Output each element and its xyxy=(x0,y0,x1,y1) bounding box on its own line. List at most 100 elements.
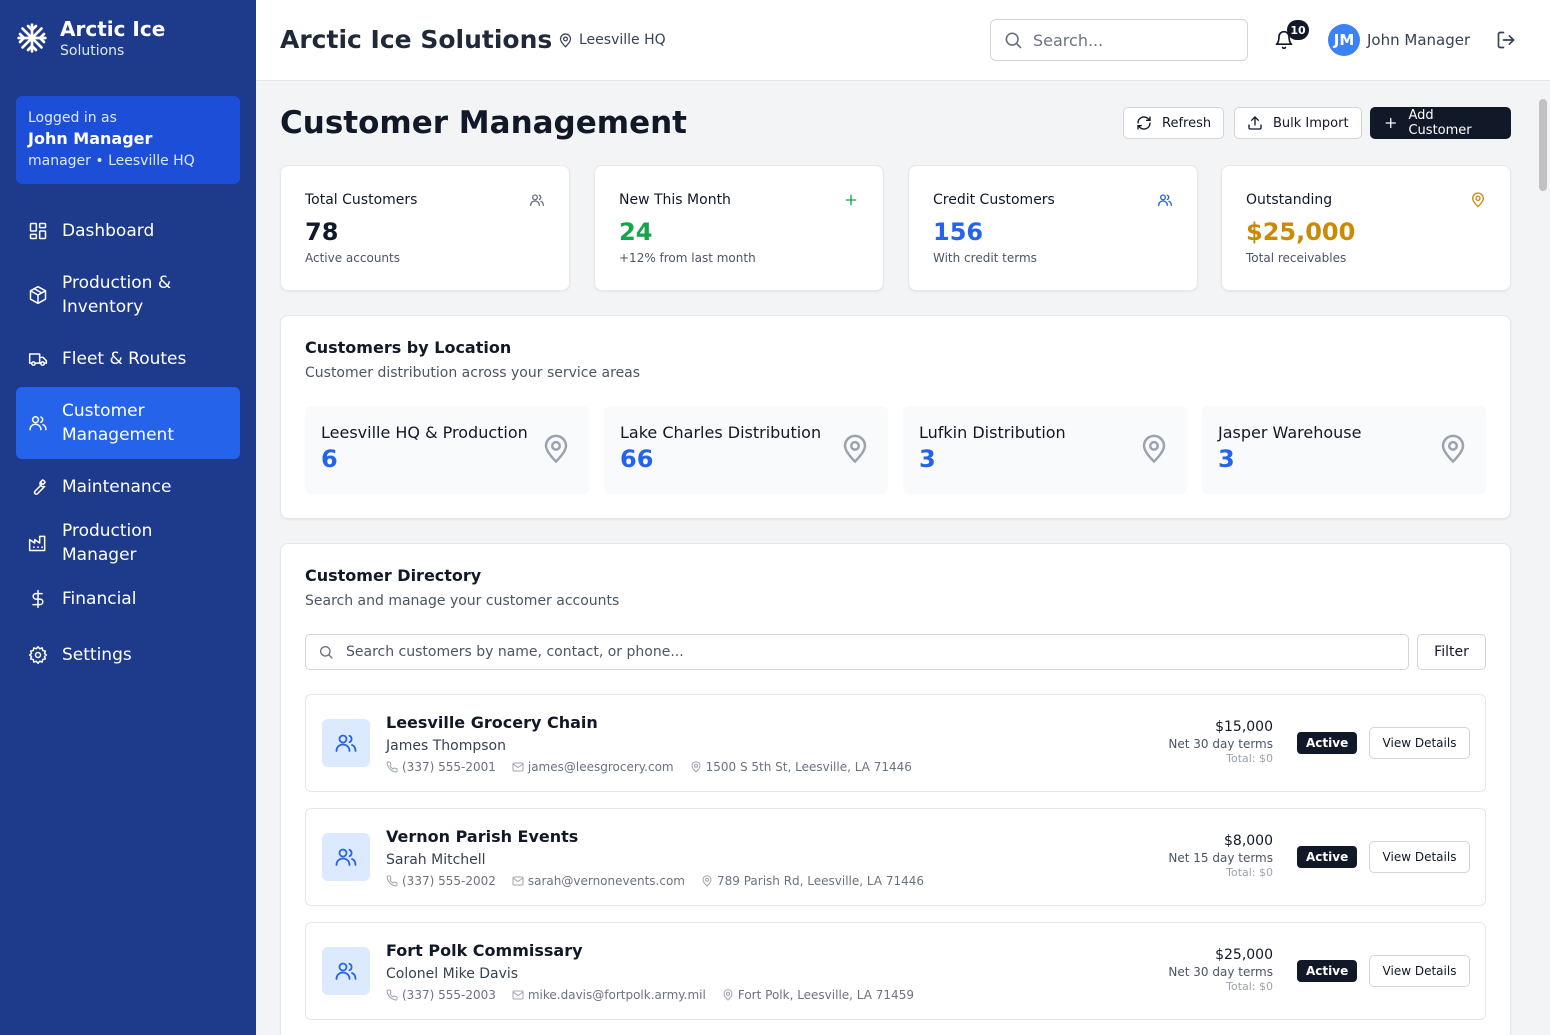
sidebar-item-label: Dashboard xyxy=(62,221,155,241)
customer-contact: James Thompson xyxy=(386,738,506,754)
customer-phone: (337) 555-2001 xyxy=(386,759,496,775)
location-count: 6 xyxy=(321,445,338,473)
location-count: 3 xyxy=(1218,445,1235,473)
card-description: Customer distribution across your servic… xyxy=(305,365,641,381)
sidebar-item-fleet-routes[interactable]: Fleet & Routes xyxy=(16,331,240,387)
logout-icon[interactable] xyxy=(1496,30,1516,50)
user-name[interactable]: John Manager xyxy=(1367,30,1470,50)
sidebar-item-production-inventory[interactable]: Production & Inventory xyxy=(16,259,240,331)
status-badge: Active xyxy=(1297,732,1358,754)
sidebar-item-financial[interactable]: Financial xyxy=(16,571,240,627)
refresh-label: Refresh xyxy=(1162,115,1212,131)
customer-row[interactable]: Fort Polk Commissary Colonel Mike Davis … xyxy=(305,922,1486,1020)
customer-credit: $8,000 Net 15 day terms Total: $0 xyxy=(1168,831,1273,881)
customer-name: Leesville Grocery Chain xyxy=(386,713,598,732)
users-icon xyxy=(335,962,357,980)
sidebar-item-label: Financial xyxy=(62,589,137,609)
users-icon xyxy=(530,194,544,206)
customer-address: 1500 S 5th St, Leesville, LA 71446 xyxy=(690,759,912,775)
customer-address: Fort Polk, Leesville, LA 71459 xyxy=(722,987,914,1003)
customer-total: Total: $0 xyxy=(1226,752,1273,765)
view-details-button[interactable]: View Details xyxy=(1369,727,1470,759)
sidebar-item-label: Production Manager xyxy=(62,521,153,565)
plus-icon xyxy=(1385,117,1396,129)
scrollbar-thumb[interactable] xyxy=(1539,99,1547,191)
package-icon xyxy=(29,285,47,305)
map-pin-icon xyxy=(544,434,568,464)
stat-value: $25,000 xyxy=(1246,218,1356,246)
header-location: Leesville HQ xyxy=(558,30,666,50)
truck-icon xyxy=(28,353,48,366)
location-tile[interactable]: Leesville HQ & Production 6 xyxy=(305,406,589,494)
stat-value: 78 xyxy=(305,218,339,246)
map-pin-icon xyxy=(843,434,867,464)
stat-card-total-customers: Total Customers 78 Active accounts xyxy=(280,165,570,291)
mail-icon xyxy=(512,762,524,772)
customer-email[interactable]: mike.davis@fortpolk.army.mil xyxy=(512,987,706,1003)
customer-row[interactable]: Leesville Grocery Chain James Thompson (… xyxy=(305,694,1486,792)
users-icon xyxy=(1158,194,1172,206)
map-pin-icon xyxy=(723,989,733,1001)
location-tile[interactable]: Lake Charles Distribution 66 xyxy=(604,406,888,494)
customer-avatar xyxy=(322,719,370,767)
stat-sub: +12% from last month xyxy=(619,251,756,265)
search-icon xyxy=(1005,32,1022,49)
customer-search[interactable] xyxy=(305,634,1409,670)
brand[interactable]: Arctic Ice Solutions xyxy=(16,16,165,60)
stat-label: Total Customers xyxy=(305,192,418,208)
map-pin-icon xyxy=(691,761,701,773)
login-role: manager • Leesville HQ xyxy=(28,153,195,169)
stat-card-credit-customers: Credit Customers 156 With credit terms xyxy=(908,165,1198,291)
header-location-label: Leesville HQ xyxy=(579,32,666,48)
notification-count-badge: 10 xyxy=(1287,20,1309,40)
wrench-icon xyxy=(33,479,46,495)
main-scrollbar[interactable] xyxy=(1536,81,1550,1035)
map-pin-icon xyxy=(1471,192,1485,208)
login-info: Logged in as John Manager manager • Lees… xyxy=(16,96,240,184)
sidebar-item-customer-management[interactable]: Customer Management xyxy=(16,387,240,459)
card-description: Search and manage your customer accounts xyxy=(305,593,620,609)
customer-email[interactable]: james@leesgrocery.com xyxy=(512,759,674,775)
avatar[interactable]: JM xyxy=(1328,24,1360,56)
factory-icon xyxy=(28,535,46,552)
credit-terms: Net 30 day terms xyxy=(1168,737,1273,751)
add-customer-button[interactable]: Add Customer xyxy=(1370,107,1511,139)
phone-icon xyxy=(386,761,398,773)
mail-icon xyxy=(512,990,524,1000)
status-badge: Active xyxy=(1297,846,1358,868)
view-details-button[interactable]: View Details xyxy=(1369,955,1470,987)
view-details-button[interactable]: View Details xyxy=(1369,841,1470,873)
location-name: Jasper Warehouse xyxy=(1218,423,1362,442)
sidebar-item-dashboard[interactable]: Dashboard xyxy=(16,203,240,259)
global-search-input[interactable] xyxy=(1033,30,1233,50)
location-tile[interactable]: Lufkin Distribution 3 xyxy=(903,406,1187,494)
add-customer-label: Add Customer xyxy=(1408,108,1472,138)
phone-icon xyxy=(386,989,398,1001)
bulk-import-button[interactable]: Bulk Import xyxy=(1234,107,1362,139)
customer-contact: Colonel Mike Davis xyxy=(386,966,519,982)
login-label: Logged in as xyxy=(28,110,117,126)
stat-card-outstanding: Outstanding $25,000 Total receivables xyxy=(1221,165,1511,291)
filter-button[interactable]: Filter xyxy=(1417,634,1486,670)
refresh-button[interactable]: Refresh xyxy=(1123,107,1225,139)
customer-total: Total: $0 xyxy=(1226,866,1273,879)
customer-search-input[interactable] xyxy=(346,644,1346,660)
app-title: Arctic Ice Solutions xyxy=(280,25,553,54)
stat-value: 24 xyxy=(619,218,653,246)
customer-row[interactable]: Vernon Parish Events Sarah Mitchell (337… xyxy=(305,808,1486,906)
sidebar-item-settings[interactable]: Settings xyxy=(16,627,240,683)
sidebar-item-production-manager[interactable]: Production Manager xyxy=(16,515,240,571)
upload-icon xyxy=(1248,116,1262,130)
map-pin-icon xyxy=(559,32,572,48)
map-pin-icon xyxy=(702,875,712,887)
stat-sub: Active accounts xyxy=(305,251,400,265)
customer-email[interactable]: sarah@vernonevents.com xyxy=(512,873,685,889)
dollar-icon xyxy=(32,589,44,609)
customer-credit: $15,000 Net 30 day terms Total: $0 xyxy=(1168,717,1273,767)
sidebar-item-maintenance[interactable]: Maintenance xyxy=(16,459,240,515)
global-search[interactable] xyxy=(990,19,1248,61)
card-title: Customer Directory xyxy=(305,566,482,585)
login-name: John Manager xyxy=(28,129,153,148)
location-tile[interactable]: Jasper Warehouse 3 xyxy=(1202,406,1486,494)
credit-terms: Net 30 day terms xyxy=(1168,965,1273,979)
